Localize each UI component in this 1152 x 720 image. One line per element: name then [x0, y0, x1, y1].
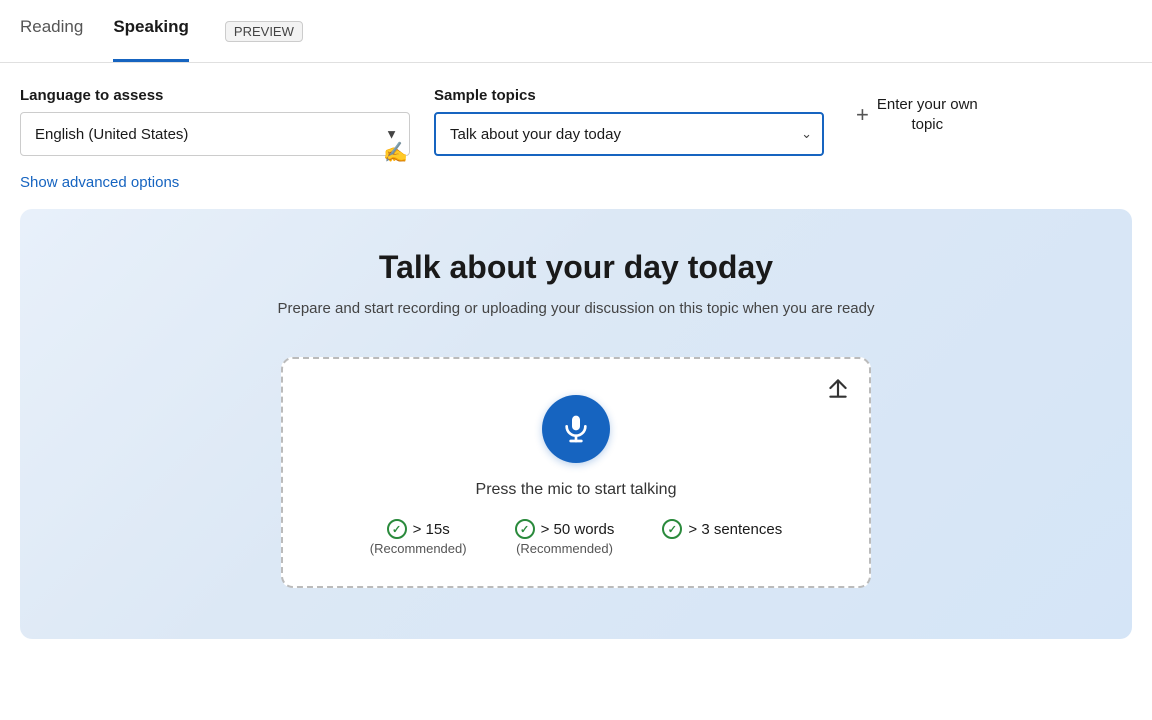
req-item-words: ✓ > 50 words (Recommended): [515, 519, 615, 556]
recording-card: Press the mic to start talking ✓ > 15s (…: [281, 357, 871, 588]
topic-subtitle: Prepare and start recording or uploading…: [277, 300, 874, 317]
req-sentences-value: > 3 sentences: [688, 521, 782, 538]
tab-speaking[interactable]: Speaking: [113, 0, 189, 62]
upload-button[interactable]: [825, 375, 851, 406]
topic-title: Talk about your day today: [379, 249, 773, 286]
topics-select[interactable]: Talk about your day today: [434, 112, 824, 156]
mic-icon: [560, 413, 592, 445]
tab-reading[interactable]: Reading: [20, 0, 83, 62]
press-mic-text: Press the mic to start talking: [476, 481, 677, 499]
requirements-row: ✓ > 15s (Recommended) ✓ > 50 words (Reco…: [370, 519, 782, 556]
req-time-value: > 15s: [413, 521, 450, 538]
advanced-options-link[interactable]: Show advanced options: [20, 174, 179, 191]
plus-icon: +: [856, 102, 869, 128]
upload-icon: [825, 375, 851, 401]
language-select-wrapper: English (United States) ▼ ✍: [20, 112, 410, 156]
preview-badge[interactable]: PREVIEW: [225, 21, 303, 42]
controls-row: Language to assess English (United State…: [20, 87, 1132, 156]
req-item-sentences: ✓ > 3 sentences: [662, 519, 782, 541]
topics-field-group: Sample topics Talk about your day today …: [434, 87, 824, 156]
topics-label: Sample topics: [434, 87, 824, 104]
req-item-time: ✓ > 15s (Recommended): [370, 519, 467, 556]
check-circle-sentences: ✓: [662, 519, 682, 539]
content-card: Talk about your day today Prepare and st…: [20, 209, 1132, 639]
main-content: Language to assess English (United State…: [0, 63, 1152, 659]
topics-select-wrapper: Talk about your day today ⌄: [434, 112, 824, 156]
req-words-label: (Recommended): [516, 541, 613, 556]
req-time-label: (Recommended): [370, 541, 467, 556]
language-label: Language to assess: [20, 87, 410, 104]
enter-own-topic-button[interactable]: + Enter your owntopic: [856, 95, 978, 134]
language-field-group: Language to assess English (United State…: [20, 87, 410, 156]
enter-own-topic-label: Enter your owntopic: [877, 95, 978, 134]
tab-bar: Reading Speaking PREVIEW: [0, 0, 1152, 63]
check-circle-words: ✓: [515, 519, 535, 539]
mic-button[interactable]: [542, 395, 610, 463]
req-words-value: > 50 words: [541, 521, 615, 538]
language-select[interactable]: English (United States): [20, 112, 410, 156]
check-circle-time: ✓: [387, 519, 407, 539]
